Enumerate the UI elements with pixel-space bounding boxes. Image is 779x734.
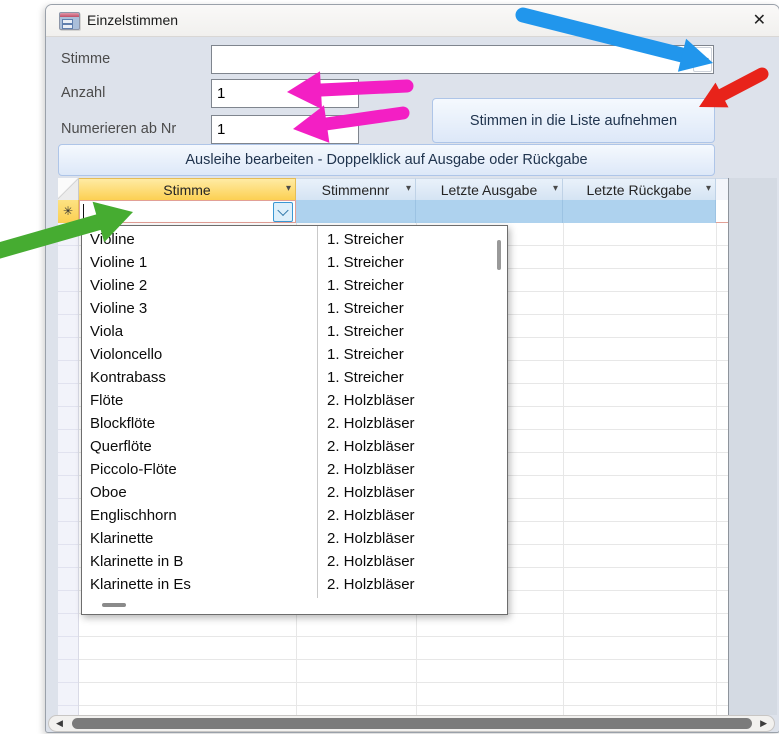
filter-arrow-icon[interactable]: ▾ [706,183,711,194]
scroll-right-icon[interactable]: ▶ [760,716,767,731]
horizontal-scrollbar[interactable]: ◀ ▶ [48,715,775,732]
dropdown-item[interactable]: Flöte2. Holzbläser [82,389,507,412]
dropdown-item[interactable]: Violine 21. Streicher [82,274,507,297]
stimme-dropdown-list[interactable]: Violine1. Streicher Violine 11. Streiche… [81,225,508,615]
record-selector-column[interactable] [58,223,79,715]
datasheet-select-all-corner[interactable] [58,178,79,200]
dropdown-item[interactable]: Piccolo-Flöte2. Holzbläser [82,458,507,481]
close-icon[interactable]: ✕ [753,5,766,36]
column-header-stimmennr[interactable]: Stimmennr ▾ [296,178,416,200]
new-record-rueckgabe-cell[interactable] [563,200,716,223]
dropdown-item[interactable]: Violine 31. Streicher [82,297,507,320]
dropdown-item[interactable]: Klarinette2. Holzbläser [82,527,507,550]
chevron-down-icon [697,52,708,63]
stimme-combobox[interactable] [211,45,714,74]
horizontal-scrollbar-thumb[interactable] [72,718,752,729]
dropdown-item[interactable]: Blockflöte2. Holzbläser [82,412,507,435]
stimmen-aufnehmen-button[interactable]: Stimmen in die Liste aufnehmen [432,98,715,143]
anzahl-label: Anzahl [61,79,105,107]
new-record-stimmennr-cell[interactable] [296,200,416,223]
dropdown-item[interactable]: Violine 11. Streicher [82,251,507,274]
column-header-letzte-rueckgabe[interactable]: Letzte Rückgabe ▾ [563,178,716,200]
screenshot-stage: Einzelstimmen ✕ Stimme Anzahl Numerieren… [0,0,779,734]
form-icon-row [62,24,73,29]
column-header-label: Letzte Ausgabe [441,182,538,198]
form-icon-titlebar [60,13,79,17]
numerieren-label: Numerieren ab Nr [61,115,176,143]
column-header-label: Stimmennr [322,182,390,198]
filter-arrow-icon[interactable]: ▾ [286,183,291,194]
window-title: Einzelstimmen [87,5,178,36]
grid-line [716,223,717,715]
ausleihe-bearbeiten-button[interactable]: Ausleihe bearbeiten - Doppelklick auf Au… [58,144,715,176]
filter-arrow-icon[interactable]: ▾ [553,183,558,194]
stimme-combo-dropdown-button[interactable] [693,47,712,72]
dropdown-item[interactable]: Kontrabass1. Streicher [82,366,507,389]
stimme-label: Stimme [61,45,110,73]
scroll-left-icon[interactable]: ◀ [56,716,63,731]
grid-combo-dropdown-button[interactable] [273,202,293,222]
dropdown-item[interactable]: Englischhorn2. Holzbläser [82,504,507,527]
anzahl-input[interactable] [211,79,359,108]
chevron-down-icon [277,205,288,216]
einzelstimmen-window: Einzelstimmen ✕ Stimme Anzahl Numerieren… [45,4,779,733]
new-record-ausgabe-cell[interactable] [416,200,563,223]
form-icon [59,12,80,30]
column-header-label: Letzte Rückgabe [586,182,691,198]
new-record-selector[interactable]: ✳ [58,200,79,223]
dropdown-vertical-scrollbar[interactable] [497,240,501,270]
grid-line [563,223,564,715]
dropdown-item[interactable]: Violine1. Streicher [82,228,507,251]
filter-arrow-icon[interactable]: ▾ [406,183,411,194]
dropdown-item[interactable]: Klarinette in B2. Holzbläser [82,550,507,573]
dropdown-item[interactable]: Violoncello1. Streicher [82,343,507,366]
dropdown-item[interactable]: Viola1. Streicher [82,320,507,343]
title-bar: Einzelstimmen ✕ [46,5,779,37]
new-record-spare-cell [716,200,728,223]
dropdown-horizontal-scrollbar[interactable] [102,603,126,607]
column-header-stimme[interactable]: Stimme ▾ [79,178,296,200]
numerieren-ab-nr-input[interactable] [211,115,359,144]
dropdown-item[interactable]: Querflöte2. Holzbläser [82,435,507,458]
text-cursor [83,204,84,220]
column-header-spare [716,178,728,200]
datasheet-right-background [728,178,777,715]
dropdown-item[interactable]: Oboe2. Holzbläser [82,481,507,504]
dropdown-item[interactable]: Klarinette in Es2. Holzbläser [82,573,507,596]
column-header-label: Stimme [163,182,210,198]
column-header-letzte-ausgabe[interactable]: Letzte Ausgabe ▾ [416,178,563,200]
new-record-stimme-cell[interactable] [79,200,296,223]
